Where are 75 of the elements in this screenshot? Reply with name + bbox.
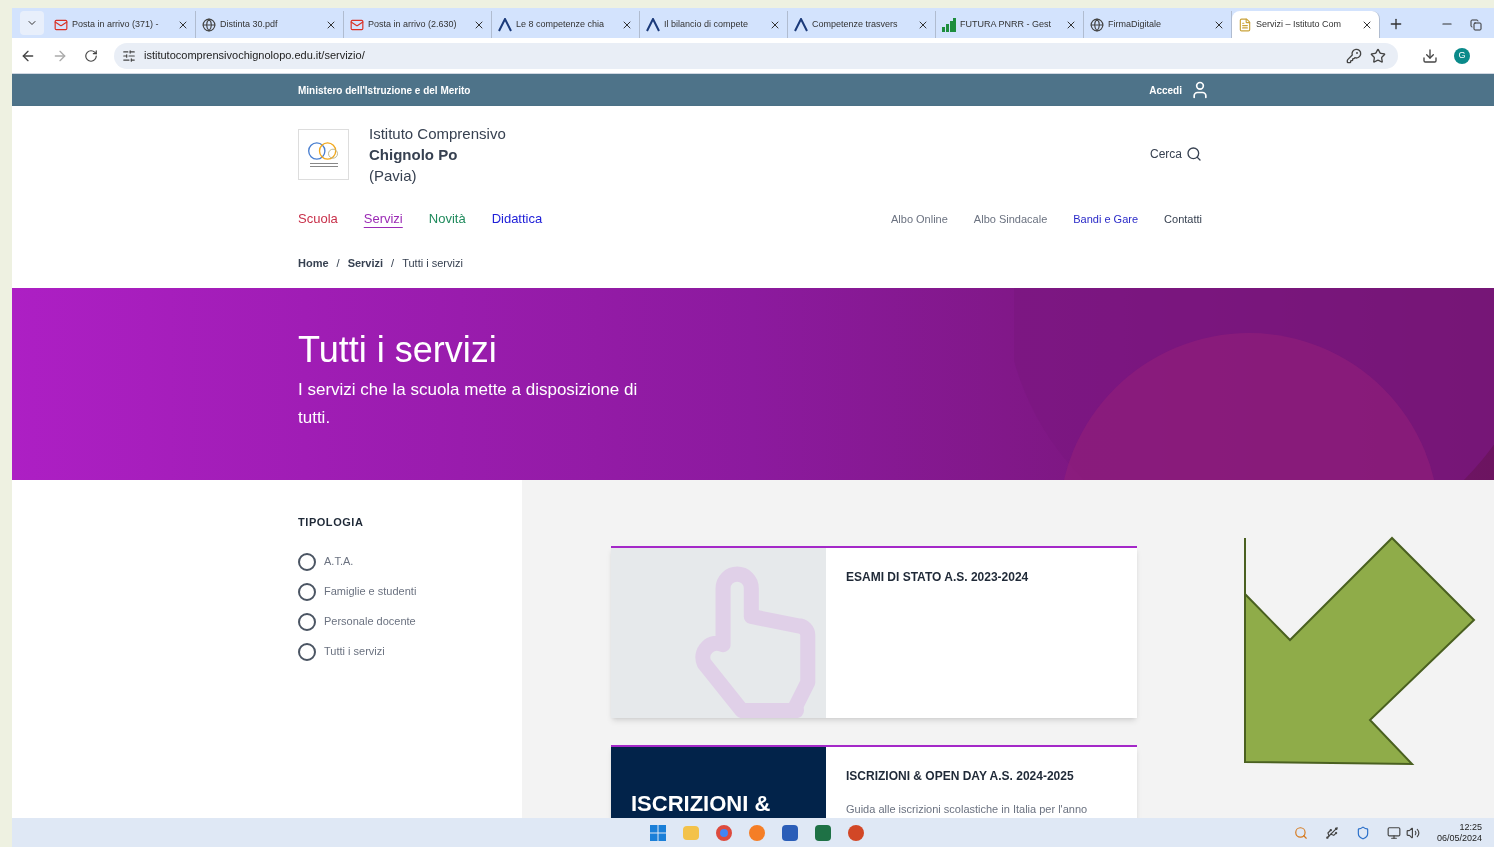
restore-icon[interactable] [1470,19,1482,31]
nav-link[interactable]: Contatti [1164,210,1202,228]
tab-title: Le 8 competenze chia [516,17,606,31]
logo-caption-lines [309,163,338,167]
profile-avatar[interactable]: G [1454,47,1470,64]
download-icon[interactable] [1422,47,1438,64]
usb-icon[interactable] [1324,825,1339,840]
excel-icon[interactable] [815,824,831,841]
image-caption: ISCRIZIONI & [631,793,771,815]
reload-icon[interactable] [84,48,98,63]
page-icon [1238,17,1252,32]
filter-radio[interactable]: Tutti i servizi [298,642,522,661]
volume-icon[interactable] [1405,825,1420,840]
page-subtitle: I servizi che la scuola mette a disposizione di tutti. [298,379,639,429]
globe-icon [1090,17,1104,32]
mail-icon [350,17,364,32]
breadcrumb-separator: / [391,255,395,271]
mail-icon [54,17,68,32]
network-icon[interactable] [1386,825,1401,840]
word-icon[interactable] [782,824,798,841]
nav-link[interactable]: Bandi e Gare [1073,210,1139,228]
nav-link[interactable]: Didattica [491,209,543,229]
site-settings-icon[interactable] [122,48,136,63]
chrome-icon[interactable] [716,824,732,841]
user-icon[interactable] [1190,80,1210,100]
school-location: (Pavia) [369,165,418,186]
bar-chart-icon [942,17,956,32]
breadcrumb-current: Tutti i servizi [402,255,463,271]
school-name: Chignolo Po [369,144,459,165]
service-card[interactable]: ESAMI DI STATO A.S. 2023-2024 [611,546,1137,718]
tab-title: FirmaDigitale [1108,17,1162,31]
key-icon[interactable] [1346,47,1362,64]
new-tab-icon[interactable] [1388,16,1404,32]
nav-link[interactable]: Servizi [363,209,403,229]
filter-radio[interactable]: Famiglie e studenti [298,582,522,601]
tab-title: FUTURA PNRR - Gest [960,17,1052,31]
url-text: istitutocomprensivochignolopo.edu.it/servizio/ [144,48,366,64]
filter-heading: TIPOLOGIA [298,515,365,530]
globe-icon [202,17,216,32]
school-type: Istituto Comprensivo [369,123,506,144]
triangle-logo-icon [646,17,660,32]
address-field[interactable]: istitutocomprensivochignolopo.edu.it/servizio/ [114,42,1398,69]
nav-link[interactable]: Albo Online [891,210,948,228]
breadcrumb-separator: / [336,255,340,271]
filter-radio[interactable]: Personale docente [298,612,522,631]
login-link[interactable]: Accedi [1149,82,1182,98]
tab-title: Distinta 30.pdf [220,17,279,31]
card-description: Guida alle iscrizioni scolastiche in Italia per l'anno [846,802,1088,817]
ministry-name[interactable]: Ministero dell'Istruzione e del Merito [298,82,1150,98]
powerpoint-icon[interactable] [848,824,864,841]
search-button[interactable]: Cerca [1150,145,1202,163]
filter-radio[interactable]: A.T.A. [298,552,522,571]
card-title: ISCRIZIONI & OPEN DAY A.S. 2024-2025 [846,768,1075,785]
nav-link[interactable]: Scuola [298,209,338,229]
search-icon [1186,146,1202,162]
nav-link[interactable]: Albo Sindacale [973,210,1048,228]
tab-title: Competenze trasvers [812,17,899,31]
shield-icon[interactable] [1355,825,1370,840]
triangle-logo-icon [794,17,808,32]
tab-title: Servizi – Istituto Com [1256,17,1343,31]
browser-tab[interactable]: Servizi – Istituto Com [1232,11,1380,38]
windows-start-icon[interactable] [650,824,666,841]
page-title: Tutti i servizi [298,328,498,372]
bookmark-star-icon[interactable] [1370,47,1386,64]
tab-title: Posta in arrivo (2.630) [368,17,458,31]
tab-title: Posta in arrivo (371) - [72,17,160,31]
triangle-logo-icon [498,17,512,32]
nav-link[interactable]: Novità [428,209,466,229]
service-card[interactable]: ISCRIZIONI & ISCRIZIONI & OPEN DAY A.S. 2024-2025 Guida alle iscrizioni scolastiche in Italia per l'anno [611,745,1137,818]
clock-date[interactable]: 06/05/2024 [1436,832,1482,844]
card-title: ESAMI DI STATO A.S. 2023-2024 [846,569,1029,586]
clock-time[interactable]: 12:25 [1459,821,1482,833]
tab-title: Il bilancio di compete [664,17,750,31]
breadcrumb-link[interactable]: Home [298,254,329,272]
breadcrumb-link[interactable]: Servizi [347,254,384,272]
